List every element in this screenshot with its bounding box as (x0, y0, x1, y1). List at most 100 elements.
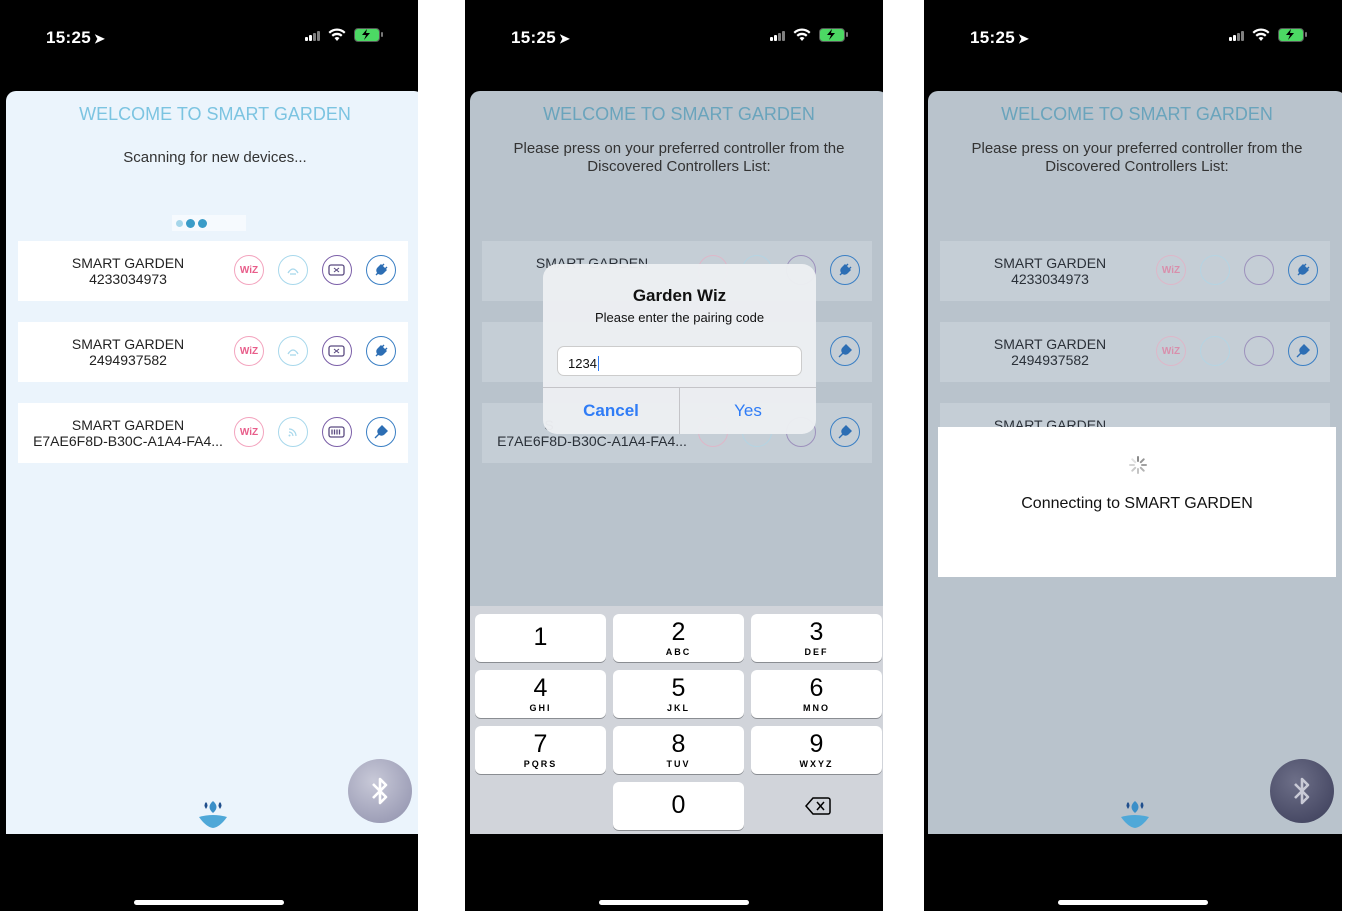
plug-icon (366, 255, 396, 285)
device-card[interactable]: SMART GARDEN 4233034973 WiZ (940, 241, 1330, 301)
dialog-message: Please enter the pairing code (594, 310, 765, 325)
connecting-message: Connecting to SMART GARDEN (1021, 495, 1253, 512)
plug-icon (830, 255, 860, 285)
device-card[interactable]: SMART GARDEN 2494937582 WiZ (18, 322, 408, 382)
wiz-icon: WiZ (1156, 336, 1186, 366)
device-id: 4233034973 (1011, 271, 1089, 287)
status-time: 15:25 ➤ (46, 28, 106, 47)
signal-waves-icon (278, 417, 308, 447)
signal-icon (305, 29, 320, 41)
plug-connected-icon (830, 336, 860, 366)
plug-connected-icon (830, 417, 860, 447)
signal-icon (1229, 29, 1244, 41)
battery-charging-icon (819, 28, 848, 42)
battery-icon (1244, 336, 1274, 366)
plug-connected-icon (366, 417, 396, 447)
wifi-icon (793, 28, 811, 41)
app-view: WELCOME TO SMART GARDEN Please press on … (470, 91, 883, 834)
spinner-icon (1129, 456, 1147, 474)
app-view: WELCOME TO SMART GARDEN Please press on … (928, 91, 1342, 834)
scanning-message: Scanning for new devices... (123, 149, 307, 166)
wiz-icon: WiZ (234, 417, 264, 447)
wifi-icon (1252, 28, 1270, 41)
key-1[interactable]: 1 (475, 614, 606, 662)
plug-icon (366, 336, 396, 366)
welcome-title: WELCOME TO SMART GARDEN (543, 104, 815, 124)
battery-icon (1244, 255, 1274, 285)
device-name: SMART GARDEN (71, 417, 185, 433)
bluetooth-button[interactable] (1270, 759, 1334, 823)
battery-icon (322, 336, 352, 366)
device-name: SMART GARDEN (71, 255, 185, 271)
water-tap-icon (278, 255, 308, 285)
device-card[interactable]: SMART GARDEN E7AE6F8D-B30C-A1A4-FA4... Wi… (18, 403, 408, 463)
device-id: 2494937582 (89, 352, 167, 368)
wiz-icon: WiZ (234, 336, 264, 366)
location-arrow-icon: ➤ (558, 31, 571, 46)
status-bar: 15:25 ➤ (0, 0, 418, 60)
device-id: 2494937582 (1011, 352, 1089, 368)
garden-logo-icon (1118, 801, 1152, 834)
yes-button[interactable]: Yes (680, 388, 816, 434)
bluetooth-button[interactable] (348, 759, 412, 823)
key-9[interactable]: 9 WXYZ (751, 726, 882, 774)
water-tap-icon (1200, 255, 1230, 285)
phone-screen-pairing: 15:25 ➤ WELCOME TO SMART GARDEN Please pr… (465, 0, 883, 911)
pairing-dialog: Garden Wiz Please enter the pairing code… (543, 264, 816, 434)
delete-key-icon[interactable] (805, 796, 831, 821)
dialog-title: Garden Wiz (632, 286, 727, 305)
location-arrow-icon: ➤ (1017, 31, 1030, 46)
signal-icon (770, 29, 785, 41)
water-tap-icon (278, 336, 308, 366)
key-2[interactable]: 2 ABC (613, 614, 744, 662)
plug-icon (1288, 255, 1318, 285)
numeric-keypad: 1 2 ABC 3 DEF 4 GHI 5 JKL 6 MNO 7 PQRS 8 TUV 9W… (470, 606, 883, 834)
key-4[interactable]: 4 GHI (475, 670, 606, 718)
welcome-title: WELCOME TO SMART GARDEN (1001, 104, 1273, 124)
status-time: 15:25 ➤ (511, 28, 571, 47)
cancel-button[interactable]: Cancel (543, 388, 680, 434)
device-name: SMART GARDEN (993, 255, 1107, 271)
loading-dots (172, 215, 246, 231)
device-name: SMART GARDEN (993, 336, 1107, 352)
location-arrow-icon: ➤ (93, 31, 106, 46)
wiz-icon: WiZ (234, 255, 264, 285)
instructions-message: Please press on your preferred controlle… (513, 140, 845, 175)
key-0[interactable]: 0 (613, 782, 744, 830)
key-3[interactable]: 3 DEF (751, 614, 882, 662)
battery-full-icon (322, 417, 352, 447)
plug-connected-icon (1288, 336, 1318, 366)
garden-logo-icon (196, 801, 230, 834)
device-card[interactable]: SMART GARDEN 4233034973 WiZ (18, 241, 408, 301)
home-indicator[interactable] (1058, 900, 1208, 905)
key-7[interactable]: 7 PQRS (475, 726, 606, 774)
battery-charging-icon (1278, 28, 1307, 42)
phone-screen-connecting: 15:25 ➤ WELCOME TO SMART GARDEN Please pr… (924, 0, 1342, 911)
instructions-message: Please press on your preferred controlle… (971, 140, 1303, 175)
battery-icon (322, 255, 352, 285)
wiz-icon: WiZ (1156, 255, 1186, 285)
water-tap-icon (1200, 336, 1230, 366)
device-id: E7AE6F8D-B30C-A1A4-FA4... (33, 433, 223, 449)
battery-charging-icon (354, 28, 383, 42)
status-bar: 15:25 ➤ (465, 0, 883, 60)
welcome-title: WELCOME TO SMART GARDEN (79, 104, 351, 124)
wifi-icon (328, 28, 346, 41)
pairing-code-input[interactable]: 1234 (557, 346, 802, 376)
home-indicator[interactable] (134, 900, 284, 905)
bluetooth-icon (1294, 777, 1310, 805)
device-card[interactable]: SMART GARDEN 2494937582 WiZ (940, 322, 1330, 382)
key-5[interactable]: 5 JKL (613, 670, 744, 718)
device-id: E7AE6F8D-B30C-A1A4-FA4... (497, 433, 687, 449)
device-name: SMART GARDEN (71, 336, 185, 352)
connecting-overlay: Connecting to SMART GARDEN (938, 427, 1336, 577)
key-6[interactable]: 6 MNO (751, 670, 882, 718)
status-time: 15:25 ➤ (970, 28, 1030, 47)
bluetooth-icon (372, 777, 388, 805)
device-id: 4233034973 (89, 271, 167, 287)
home-indicator[interactable] (599, 900, 749, 905)
status-bar: 15:25 ➤ (924, 0, 1342, 60)
app-view: WELCOME TO SMART GARDEN Scanning for new… (6, 91, 418, 834)
phone-screen-scanning: 15:25 ➤ WELCOME TO SMART GARDEN Scanning … (0, 0, 418, 911)
key-8[interactable]: 8 TUV (613, 726, 744, 774)
